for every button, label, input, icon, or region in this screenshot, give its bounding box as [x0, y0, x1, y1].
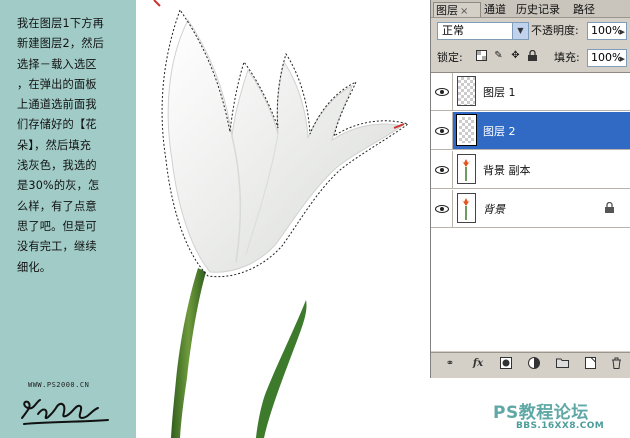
lock-icon	[605, 201, 614, 216]
layer-row[interactable]: 图层 1	[431, 73, 630, 111]
eye-icon[interactable]	[431, 190, 453, 227]
lock-icons: ✎ ✥	[475, 49, 539, 62]
panel-tab-bar: 图层 × 通道 历史记录 路径	[431, 0, 630, 18]
lock-row: 锁定: ✎ ✥ 填充: 100% ▶	[435, 47, 628, 69]
opacity-input[interactable]: 100% ▶	[587, 22, 627, 40]
close-icon[interactable]: ×	[460, 6, 468, 17]
lock-label: 锁定:	[437, 51, 463, 64]
layer-name: 背景	[483, 203, 505, 216]
dropdown-arrow-icon[interactable]: ▼	[512, 23, 528, 39]
layer-thumbnail	[457, 193, 476, 223]
adjustment-layer-icon[interactable]	[527, 357, 541, 371]
forum-watermark: PS教程论坛	[493, 403, 589, 423]
tulip-image	[153, 0, 410, 438]
lock-transparency-icon[interactable]	[475, 49, 488, 62]
signature-image	[21, 399, 109, 425]
layer-thumbnail	[456, 114, 477, 146]
layer-row-selected[interactable]: 图层 2	[431, 112, 630, 150]
chevron-right-icon[interactable]: ▶	[620, 24, 625, 40]
eye-icon[interactable]	[431, 73, 453, 110]
opacity-label: 不透明度:	[531, 24, 579, 37]
lock-paint-icon[interactable]: ✎	[492, 49, 505, 62]
blend-mode-select[interactable]: 正常 ▼	[437, 22, 529, 40]
forum-url: BBS.16XX8.COM	[516, 421, 605, 431]
fx-icon[interactable]: fx	[471, 357, 485, 371]
layer-row[interactable]: 背景	[431, 190, 630, 228]
layer-name: 背景 副本	[483, 164, 531, 177]
add-mask-icon[interactable]	[499, 357, 513, 371]
tab-history[interactable]: 历史记录	[514, 2, 568, 17]
lock-move-icon[interactable]: ✥	[509, 49, 522, 62]
new-layer-icon[interactable]	[583, 357, 597, 371]
tab-paths[interactable]: 路径	[571, 2, 601, 17]
link-layers-icon[interactable]: ⚭	[443, 357, 457, 371]
chevron-right-icon[interactable]: ▶	[620, 51, 625, 67]
layer-thumbnail	[457, 76, 476, 106]
trash-icon[interactable]	[609, 357, 623, 371]
tab-channels[interactable]: 通道	[482, 2, 512, 17]
layer-list: 图层 1 图层 2 背景 副本 背景	[431, 72, 630, 351]
layers-panel: 图层 × 通道 历史记录 路径 正常 ▼ 不透明度: 100% ▶ 锁定: ✎ ✥ 填…	[430, 0, 630, 378]
instruction-text: 我在图层1下方再 新建图层2，然后 选择－载入选区 ，在弹出的面板 上通道选前面…	[17, 17, 105, 274]
layer-thumbnail	[457, 154, 476, 184]
panel-bottom-toolbar: ⚭ fx	[431, 352, 630, 377]
folder-icon[interactable]	[555, 357, 569, 371]
left-text-panel: 我在图层1下方再 新建图层2，然后 选择－载入选区 ，在弹出的面板 上通道选前面…	[0, 0, 136, 438]
fill-label: 填充:	[554, 51, 580, 64]
eye-icon[interactable]	[431, 151, 453, 188]
layer-name: 图层 2	[483, 125, 516, 138]
layer-row[interactable]: 背景 副本	[431, 151, 630, 189]
website-label: WWW.PS2000.CN	[28, 381, 90, 389]
fill-input[interactable]: 100% ▶	[587, 49, 627, 67]
tab-layers[interactable]: 图层 ×	[433, 2, 481, 17]
image-canvas[interactable]	[136, 0, 430, 438]
lock-all-icon[interactable]	[526, 49, 539, 62]
layer-name: 图层 1	[483, 86, 516, 99]
eye-icon[interactable]	[431, 112, 453, 149]
blend-row: 正常 ▼ 不透明度: 100% ▶	[435, 20, 628, 42]
